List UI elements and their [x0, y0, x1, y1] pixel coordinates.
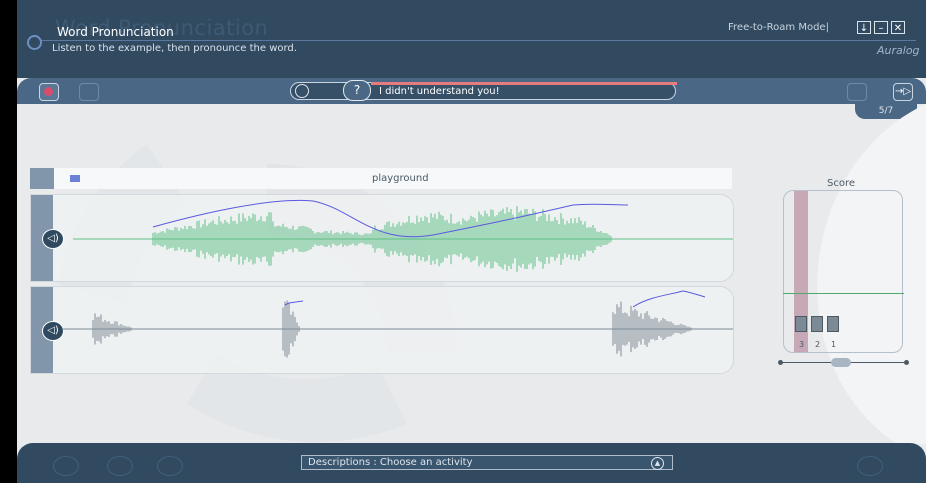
home-icon[interactable]	[53, 456, 79, 476]
page-title: Word Pronunciation	[57, 25, 174, 39]
word-bar: playground	[30, 168, 732, 189]
score-target-line	[783, 293, 904, 294]
up-arrow-icon[interactable]: ▲	[651, 457, 664, 470]
score-bar-2	[811, 316, 823, 332]
mode-label[interactable]: Free-to-Roam Mode|	[728, 22, 829, 33]
score-bar-3	[795, 316, 807, 332]
record-icon	[44, 87, 53, 96]
close-icon[interactable]: ✕	[891, 21, 905, 34]
description-text: Descriptions : Choose an activity	[308, 457, 473, 468]
target-word: playground	[372, 173, 429, 184]
pause-icon[interactable]	[295, 84, 309, 98]
score-level-1: 1	[831, 340, 837, 349]
record-button[interactable]	[39, 83, 59, 101]
toolbar: ? I didn't understand you! →▷	[17, 78, 926, 104]
score-label: Score	[827, 178, 856, 189]
footer: Descriptions : Choose an activity ▲	[17, 443, 926, 483]
minimize-icon[interactable]: –	[874, 21, 888, 34]
slider-min	[778, 360, 783, 365]
help-icon[interactable]	[857, 456, 883, 476]
feedback-message: I didn't understand you!	[379, 86, 500, 97]
score-level-3: 3	[799, 340, 805, 349]
header-ring-icon	[27, 35, 42, 50]
model-waveform-panel: ◁)	[30, 194, 734, 282]
word-color-marker	[70, 175, 80, 182]
header-divider	[37, 40, 916, 41]
user-waveform-panel: ◁)	[30, 286, 734, 374]
word-bar-tab	[30, 168, 54, 189]
difficulty-slider-handle[interactable]	[831, 358, 851, 367]
previous-button[interactable]	[847, 83, 867, 101]
error-indicator	[371, 82, 677, 85]
forward-icon[interactable]	[157, 456, 183, 476]
score-level-2: 2	[815, 340, 821, 349]
brand-logo: Auralog	[877, 44, 920, 57]
ear-icon[interactable]: ?	[343, 80, 371, 101]
download-icon[interactable]: ↓	[857, 21, 871, 34]
header: Word Pronunciation Word Pronunciation Li…	[17, 0, 926, 78]
app-window: Word Pronunciation Word Pronunciation Li…	[17, 0, 926, 483]
next-button[interactable]: →▷	[893, 83, 913, 101]
disabled-tool-button[interactable]	[79, 83, 99, 101]
description-select[interactable]: Descriptions : Choose an activity ▲	[301, 455, 673, 470]
page-subtitle: Listen to the example, then pronounce th…	[52, 43, 297, 54]
back-icon[interactable]	[107, 456, 133, 476]
slider-max	[904, 360, 909, 365]
window-controls: ↓ – ✕	[857, 21, 905, 34]
model-waveform	[73, 199, 733, 272]
playback-feedback-bar: ? I didn't understand you!	[290, 80, 677, 101]
score-bar-1	[827, 316, 839, 332]
user-waveform	[63, 290, 733, 358]
